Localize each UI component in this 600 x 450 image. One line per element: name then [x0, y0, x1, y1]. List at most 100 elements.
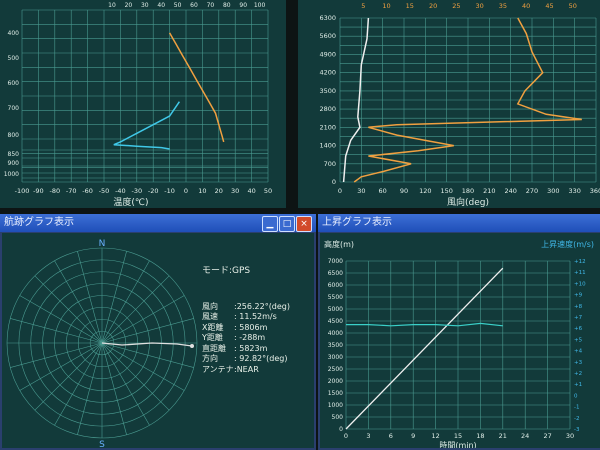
- x-tick-label: 50: [264, 187, 272, 195]
- y-tick-label: 5500: [328, 294, 343, 301]
- x-tick-label: 30: [357, 187, 365, 195]
- x-tick-label: -60: [82, 187, 93, 195]
- mode-label: モード:GPS: [202, 266, 251, 276]
- x-tick-label: 15: [454, 432, 462, 440]
- x-tick-label: 30: [566, 432, 574, 440]
- info-row-value: :256.22°(deg): [234, 301, 291, 311]
- wind-direction-chart: 0 700 1400 2100 2800 3500 4200 4900 5600 6300 0 30 6…: [319, 2, 600, 208]
- info-row-label: 方向: [202, 354, 218, 363]
- polar-spoke: [101, 342, 170, 411]
- top-tick-label: 20: [125, 2, 133, 9]
- x-tick-label: 90: [400, 187, 408, 195]
- track-info: モード:GPS 風向:256.22°(deg) 風速: 11.52m/s X距離: …: [202, 245, 290, 396]
- top-tick-label: 50: [174, 2, 182, 9]
- ascent-window: 上昇グラフ表示 高度(m) 上昇速度(m/s) 0 500 1000 1500 2000 25…: [318, 214, 600, 450]
- right-tick-label: -2: [574, 416, 579, 422]
- x-tick-label: 20: [215, 187, 223, 195]
- track-path-line: [101, 342, 193, 347]
- x-tick-label: -70: [66, 187, 77, 195]
- info-row: アンテナ:NEAR: [202, 365, 290, 376]
- y-tick-label: 500: [8, 55, 20, 62]
- track-window-title: 航跡グラフ表示: [4, 217, 74, 228]
- x-tick-label: 150: [440, 187, 452, 195]
- polar-spoke: [34, 275, 103, 344]
- info-row: 風向:256.22°(deg): [202, 302, 290, 313]
- x-tick-label: -10: [164, 187, 175, 195]
- polar-spoke: [34, 342, 103, 411]
- south-label: S: [99, 440, 105, 448]
- y-axis-label: 高度(m): [324, 239, 354, 249]
- x-tick-label: -30: [131, 187, 142, 195]
- polar-spoke: [54, 342, 103, 426]
- y-tick-label: 0: [339, 426, 343, 433]
- y-tick-label: 2100: [319, 123, 336, 131]
- maximize-button[interactable]: □: [279, 216, 295, 232]
- top-tick-label: 40: [522, 2, 530, 10]
- top-tick-label: 5: [361, 2, 365, 10]
- x-tick-label: -40: [115, 187, 126, 195]
- info-row-label: アンテナ: [202, 364, 234, 374]
- right-tick-label: +3: [574, 360, 583, 366]
- right-tick-label: +9: [574, 293, 583, 299]
- close-button[interactable]: ×: [296, 216, 312, 232]
- right-tick-label: +11: [574, 270, 586, 276]
- top-tick-label: 100: [254, 2, 266, 9]
- ascent-body: 高度(m) 上昇速度(m/s) 0 500 1000 1500 2000 2500 3000 35…: [320, 233, 600, 448]
- x-tick-label: 300: [547, 187, 559, 195]
- top-tick-label: 10: [382, 2, 390, 10]
- polar-spoke: [77, 342, 103, 435]
- y-tick-label: 3500: [319, 87, 336, 95]
- temperature-series-line: [168, 32, 225, 143]
- polar-spoke: [101, 260, 150, 344]
- x-tick-label: 360: [590, 187, 600, 195]
- y-tick-label: 1000: [328, 402, 343, 409]
- right-tick-label: -1: [574, 405, 579, 411]
- top-tick-label: 35: [499, 2, 507, 10]
- top-tick-label: 20: [429, 2, 437, 10]
- x-axis-label: 温度(℃): [113, 196, 148, 208]
- x-axis-label: 風向(deg): [447, 196, 489, 208]
- top-tick-label: 30: [475, 2, 483, 10]
- y-tick-label: 1000: [4, 171, 19, 178]
- polar-spoke: [19, 342, 103, 391]
- ascent-titlebar[interactable]: 上昇グラフ表示: [318, 214, 600, 232]
- x-tick-label: 40: [247, 187, 255, 195]
- x-tick-label: 9: [411, 432, 415, 440]
- y-tick-label: 7000: [328, 258, 343, 265]
- minimize-button[interactable]: ▁: [262, 216, 278, 232]
- y-tick-label: 2000: [328, 378, 343, 385]
- polar-spoke: [101, 251, 127, 344]
- north-label: N: [99, 239, 106, 249]
- right-tick-label: +6: [574, 326, 583, 332]
- y-tick-label: 600: [8, 80, 20, 87]
- y-tick-label: 400: [8, 30, 20, 37]
- right-tick-label: +12: [574, 259, 586, 265]
- ascent-window-title: 上昇グラフ表示: [322, 217, 392, 228]
- polar-spoke: [101, 342, 150, 426]
- polar-spoke: [101, 295, 185, 344]
- polar-spoke: [101, 342, 185, 391]
- x-tick-label: 21: [499, 432, 507, 440]
- x-tick-label: 24: [521, 432, 529, 440]
- ascent-chart: 高度(m) 上昇速度(m/s)05001000150020002500300035…: [324, 239, 594, 448]
- ascent-rate-series-line: [346, 322, 503, 327]
- x-tick-label: 10: [198, 187, 206, 195]
- x-tick-label: 270: [526, 187, 538, 195]
- top-tick-label: 50: [569, 2, 577, 10]
- y-tick-label: 3000: [328, 354, 343, 361]
- y-tick-label: 6300: [319, 14, 336, 22]
- info-row: X距離: 5806m: [202, 323, 290, 334]
- top-tick-label: 90: [239, 2, 247, 9]
- y-axis-label-right: 上昇速度(m/s): [541, 239, 594, 249]
- info-row-value: : -288m: [234, 333, 266, 342]
- y-tick-label: 800: [8, 132, 20, 139]
- polar-spoke: [101, 318, 194, 344]
- polar-spoke: [54, 260, 103, 344]
- track-window: 航跡グラフ表示 ▁ □ × N S モード:GPS 風向:256.22°(deg)…: [0, 214, 316, 450]
- x-tick-label: 0: [344, 432, 348, 440]
- info-row-value: :NEAR: [234, 364, 259, 374]
- top-tick-label: 45: [545, 2, 553, 10]
- x-tick-label: 240: [504, 187, 516, 195]
- polar-spoke: [10, 318, 103, 344]
- x-tick-label: -90: [33, 187, 44, 195]
